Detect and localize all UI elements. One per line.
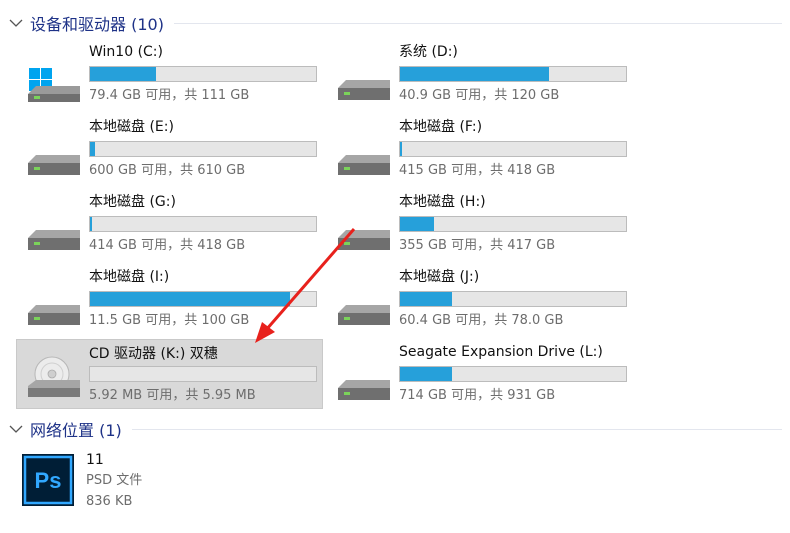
drive-usage-fill <box>90 67 156 81</box>
hard-drive-icon <box>28 155 80 175</box>
drive-name: 本地磁盘 (H:) <box>399 194 486 210</box>
drive-name: Seagate Expansion Drive (L:) <box>399 344 603 360</box>
drive-space-text: 11.5 GB 可用，共 100 GB <box>89 313 250 328</box>
cd-drive-icon <box>28 356 80 397</box>
drive-space-text: 79.4 GB 可用，共 111 GB <box>89 88 250 103</box>
photoshop-file-icon: Ps <box>22 454 74 506</box>
file-explorer-view: 设备和驱动器 (10) Win10 (C:) 79.4 GB 可用，共 111 … <box>0 0 790 533</box>
windows-drive-icon <box>28 68 80 102</box>
drive-tile-e[interactable]: 本地磁盘 (E:) 600 GB 可用，共 610 GB <box>20 117 325 187</box>
hard-drive-icon <box>28 305 80 325</box>
hard-drive-icon <box>338 380 390 400</box>
drive-usage-fill <box>400 367 452 381</box>
drive-tile-c[interactable]: Win10 (C:) 79.4 GB 可用，共 111 GB <box>20 42 325 112</box>
drive-usage-fill <box>400 142 403 156</box>
drive-space-text: 600 GB 可用，共 610 GB <box>89 163 246 178</box>
drive-name: 本地磁盘 (F:) <box>399 119 483 135</box>
drive-usage-fill <box>400 217 434 231</box>
drive-name: 系统 (D:) <box>399 44 458 60</box>
section-title-network: 网络位置 (1) <box>30 421 122 440</box>
drive-tile-j[interactable]: 本地磁盘 (J:) 60.4 GB 可用，共 78.0 GB <box>330 267 635 337</box>
section-header-devices[interactable]: 设备和驱动器 (10) <box>6 10 786 36</box>
drive-space-text: 60.4 GB 可用，共 78.0 GB <box>399 313 564 328</box>
drive-tile-d[interactable]: 系统 (D:) 40.9 GB 可用，共 120 GB <box>330 42 635 112</box>
file-name: 11 <box>86 452 104 468</box>
drive-tile-i[interactable]: 本地磁盘 (I:) 11.5 GB 可用，共 100 GB <box>20 267 325 337</box>
section-header-network[interactable]: 网络位置 (1) <box>6 416 786 442</box>
drive-usage-bar <box>399 141 627 157</box>
section-title-devices: 设备和驱动器 (10) <box>30 15 164 34</box>
drive-usage-fill <box>400 67 550 81</box>
drive-name: 本地磁盘 (I:) <box>89 269 170 285</box>
section-divider <box>173 22 782 24</box>
drive-usage-bar <box>89 66 317 82</box>
drive-tile-f[interactable]: 本地磁盘 (F:) 415 GB 可用，共 418 GB <box>330 117 635 187</box>
drive-tile-l[interactable]: Seagate Expansion Drive (L:) 714 GB 可用，共… <box>330 342 635 412</box>
drive-space-text: 5.92 MB 可用，共 5.95 MB <box>89 388 256 403</box>
drive-name: 本地磁盘 (E:) <box>89 119 174 135</box>
drive-tile-g[interactable]: 本地磁盘 (G:) 414 GB 可用，共 418 GB <box>20 192 325 262</box>
drive-space-text: 355 GB 可用，共 417 GB <box>399 238 556 253</box>
drive-usage-bar <box>89 216 317 232</box>
drive-name: 本地磁盘 (G:) <box>89 194 176 210</box>
file-type: PSD 文件 <box>86 473 143 488</box>
hard-drive-icon <box>338 305 390 325</box>
drive-usage-bar <box>399 291 627 307</box>
drive-space-text: 714 GB 可用，共 931 GB <box>399 388 556 403</box>
network-file-item[interactable]: Ps 11 PSD 文件 836 KB <box>22 450 222 516</box>
drive-usage-bar <box>399 366 627 382</box>
drive-usage-bar <box>399 66 627 82</box>
chevron-down-icon[interactable] <box>6 13 26 33</box>
drive-name: 本地磁盘 (J:) <box>399 269 480 285</box>
drive-usage-fill <box>90 292 290 306</box>
file-size: 836 KB <box>86 494 133 509</box>
drive-space-text: 415 GB 可用，共 418 GB <box>399 163 556 178</box>
drive-space-text: 414 GB 可用，共 418 GB <box>89 238 246 253</box>
photoshop-icon-text: Ps <box>35 468 62 493</box>
hard-drive-icon <box>338 80 390 100</box>
hard-drive-icon <box>28 230 80 250</box>
drive-name: Win10 (C:) <box>89 44 163 60</box>
drive-tile-k[interactable]: CD 驱动器 (K:) 双穗 5.92 MB 可用，共 5.95 MB <box>16 339 323 409</box>
drive-usage-bar <box>399 216 627 232</box>
chevron-down-icon[interactable] <box>6 419 26 439</box>
drive-usage-fill <box>90 217 93 231</box>
drive-usage-bar <box>89 366 317 382</box>
hard-drive-icon <box>338 155 390 175</box>
drive-space-text: 40.9 GB 可用，共 120 GB <box>399 88 560 103</box>
drive-tile-h[interactable]: 本地磁盘 (H:) 355 GB 可用，共 417 GB <box>330 192 635 262</box>
section-divider <box>131 428 782 430</box>
drive-name: CD 驱动器 (K:) 双穗 <box>89 346 218 362</box>
drive-usage-bar <box>89 291 317 307</box>
drive-usage-fill <box>400 292 452 306</box>
drive-usage-bar <box>89 141 317 157</box>
hard-drive-icon <box>338 230 390 250</box>
drive-usage-fill <box>90 142 95 156</box>
